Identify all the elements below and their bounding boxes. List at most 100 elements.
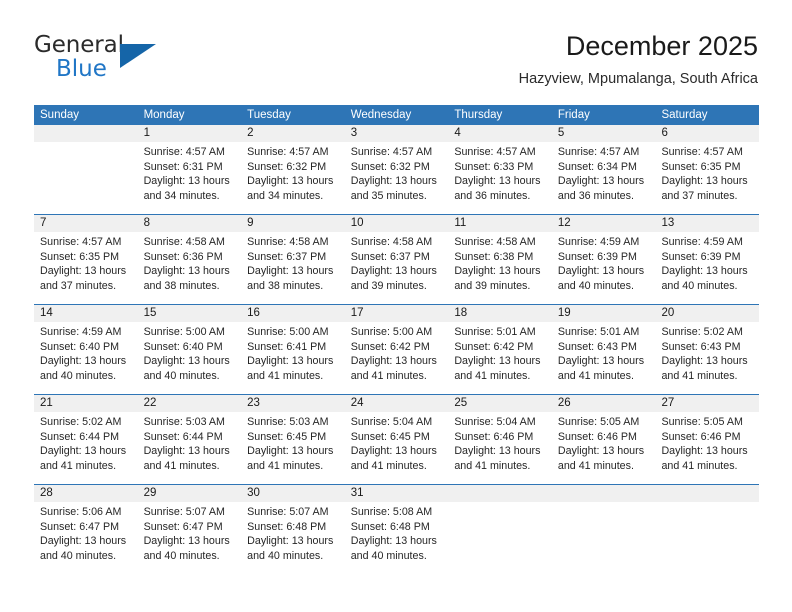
day-number[interactable]: 2 bbox=[241, 125, 345, 142]
weekday-header-tuesday: Tuesday bbox=[247, 109, 291, 121]
day-number[interactable]: 8 bbox=[138, 215, 242, 232]
sunset-text: Sunset: 6:48 PM bbox=[350, 520, 430, 533]
day-number[interactable]: 12 bbox=[552, 215, 656, 232]
weekday-header-friday: Friday bbox=[557, 109, 590, 121]
sunset-text: Sunset: 6:36 PM bbox=[143, 250, 223, 263]
daylight-text-line2: and 40 minutes. bbox=[40, 369, 117, 382]
sunset-text: Sunset: 6:32 PM bbox=[350, 160, 430, 173]
daylight-text-line1: Daylight: 13 hours bbox=[350, 445, 437, 458]
daylight-text-line1: Daylight: 13 hours bbox=[557, 175, 645, 188]
day-number[interactable]: 15 bbox=[138, 305, 242, 322]
day-number[interactable]: 19 bbox=[552, 305, 656, 322]
daylight-text-line2: and 40 minutes. bbox=[350, 549, 427, 562]
daylight-text-line2: and 41 minutes. bbox=[143, 459, 220, 472]
daylight-text-line1: Daylight: 13 hours bbox=[247, 355, 334, 368]
day-number[interactable]: 27 bbox=[655, 395, 759, 412]
day-cell: Sunrise: 4:58 AM Sunset: 6:37 PM Dayligh… bbox=[241, 232, 345, 304]
day-number[interactable]: 4 bbox=[448, 125, 552, 142]
week-row: 21 22 23 24 25 26 27 Sunrise: 5:02 AM Su… bbox=[34, 395, 759, 485]
day-cell: Sunrise: 5:04 AM Sunset: 6:46 PM Dayligh… bbox=[448, 412, 552, 484]
sunrise-text: Sunrise: 5:00 AM bbox=[247, 326, 329, 338]
day-number[interactable]: 10 bbox=[345, 215, 449, 232]
day-number[interactable] bbox=[34, 125, 138, 142]
daylight-text-line1: Daylight: 13 hours bbox=[661, 175, 748, 188]
day-number[interactable]: 23 bbox=[241, 395, 345, 412]
day-number[interactable]: 24 bbox=[345, 395, 449, 412]
sunrise-text: Sunrise: 4:57 AM bbox=[40, 236, 122, 248]
sunset-text: Sunset: 6:42 PM bbox=[454, 340, 534, 353]
day-number[interactable]: 11 bbox=[448, 215, 552, 232]
day-number[interactable]: 1 bbox=[138, 125, 242, 142]
daylight-text-line2: and 41 minutes. bbox=[454, 369, 531, 382]
page-header: General Blue December 2025 Hazyview, Mpu… bbox=[34, 28, 758, 98]
day-number[interactable]: 13 bbox=[655, 215, 759, 232]
general-blue-logo[interactable]: General Blue bbox=[34, 32, 164, 88]
day-number[interactable]: 3 bbox=[345, 125, 449, 142]
daylight-text-line1: Daylight: 13 hours bbox=[143, 265, 230, 278]
day-number[interactable]: 14 bbox=[34, 305, 138, 322]
daylight-text-line1: Daylight: 13 hours bbox=[454, 355, 541, 368]
sunset-text: Sunset: 6:35 PM bbox=[40, 250, 120, 263]
day-number[interactable]: 17 bbox=[345, 305, 449, 322]
daylight-text-line1: Daylight: 13 hours bbox=[350, 535, 437, 548]
sunrise-text: Sunrise: 5:00 AM bbox=[143, 326, 225, 338]
sunset-text: Sunset: 6:46 PM bbox=[661, 430, 741, 443]
sunrise-text: Sunrise: 5:00 AM bbox=[350, 326, 433, 338]
title-block: December 2025 Hazyview, Mpumalanga, Sout… bbox=[519, 28, 758, 90]
daylight-text-line2: and 40 minutes. bbox=[247, 549, 324, 562]
day-number[interactable]: 7 bbox=[34, 215, 138, 232]
day-number[interactable] bbox=[448, 485, 552, 502]
day-detail-row: Sunrise: 4:57 AM Sunset: 6:31 PM Dayligh… bbox=[34, 142, 759, 214]
day-cell: Sunrise: 5:03 AM Sunset: 6:44 PM Dayligh… bbox=[138, 412, 242, 484]
day-number[interactable]: 5 bbox=[552, 125, 656, 142]
sunrise-text: Sunrise: 5:02 AM bbox=[661, 326, 743, 338]
day-number[interactable]: 26 bbox=[552, 395, 656, 412]
sunrise-text: Sunrise: 4:57 AM bbox=[143, 146, 225, 158]
day-cell bbox=[552, 502, 656, 574]
daylight-text-line2: and 41 minutes. bbox=[454, 459, 531, 472]
sunset-text: Sunset: 6:38 PM bbox=[454, 250, 534, 263]
day-number-row: 1 2 3 4 5 6 bbox=[34, 125, 759, 142]
day-number[interactable]: 21 bbox=[34, 395, 138, 412]
daylight-text-line1: Daylight: 13 hours bbox=[350, 265, 437, 278]
daylight-text-line2: and 41 minutes. bbox=[557, 369, 634, 382]
sunset-text: Sunset: 6:37 PM bbox=[350, 250, 430, 263]
sunset-text: Sunset: 6:46 PM bbox=[454, 430, 534, 443]
day-number[interactable]: 25 bbox=[448, 395, 552, 412]
daylight-text-line1: Daylight: 13 hours bbox=[557, 265, 645, 278]
daylight-text-line2: and 41 minutes. bbox=[40, 459, 117, 472]
day-cell: Sunrise: 4:58 AM Sunset: 6:36 PM Dayligh… bbox=[138, 232, 242, 304]
day-number[interactable] bbox=[655, 485, 759, 502]
day-number[interactable]: 20 bbox=[655, 305, 759, 322]
weekday-header-saturday: Saturday bbox=[661, 109, 708, 121]
calendar-page: General Blue December 2025 Hazyview, Mpu… bbox=[0, 0, 792, 612]
daylight-text-line1: Daylight: 13 hours bbox=[247, 535, 334, 548]
sunrise-text: Sunrise: 4:57 AM bbox=[454, 146, 536, 158]
daylight-text-line1: Daylight: 13 hours bbox=[40, 355, 127, 368]
day-number[interactable]: 29 bbox=[138, 485, 242, 502]
week-row: 1 2 3 4 5 6 Sunrise: 4:57 AM Sunset: 6:3… bbox=[34, 125, 759, 215]
sunrise-text: Sunrise: 5:06 AM bbox=[40, 506, 122, 518]
day-number[interactable]: 6 bbox=[655, 125, 759, 142]
daylight-text-line1: Daylight: 13 hours bbox=[143, 445, 230, 458]
day-number[interactable]: 22 bbox=[138, 395, 242, 412]
daylight-text-line2: and 39 minutes. bbox=[350, 279, 427, 292]
sunrise-text: Sunrise: 4:59 AM bbox=[40, 326, 122, 338]
day-number[interactable]: 16 bbox=[241, 305, 345, 322]
day-number[interactable]: 31 bbox=[345, 485, 449, 502]
day-number[interactable] bbox=[552, 485, 656, 502]
sunset-text: Sunset: 6:42 PM bbox=[350, 340, 430, 353]
day-number[interactable]: 28 bbox=[34, 485, 138, 502]
day-cell: Sunrise: 5:07 AM Sunset: 6:47 PM Dayligh… bbox=[138, 502, 242, 574]
day-cell: Sunrise: 4:57 AM Sunset: 6:34 PM Dayligh… bbox=[552, 142, 656, 214]
day-cell: Sunrise: 5:07 AM Sunset: 6:48 PM Dayligh… bbox=[241, 502, 345, 574]
day-number[interactable]: 18 bbox=[448, 305, 552, 322]
day-number[interactable]: 9 bbox=[241, 215, 345, 232]
sunrise-text: Sunrise: 4:57 AM bbox=[557, 146, 640, 158]
day-detail-row: Sunrise: 5:02 AM Sunset: 6:44 PM Dayligh… bbox=[34, 412, 759, 484]
day-cell: Sunrise: 4:59 AM Sunset: 6:40 PM Dayligh… bbox=[34, 322, 138, 394]
day-number[interactable]: 30 bbox=[241, 485, 345, 502]
daylight-text-line1: Daylight: 13 hours bbox=[40, 445, 127, 458]
daylight-text-line1: Daylight: 13 hours bbox=[454, 445, 541, 458]
sunset-text: Sunset: 6:47 PM bbox=[143, 520, 223, 533]
